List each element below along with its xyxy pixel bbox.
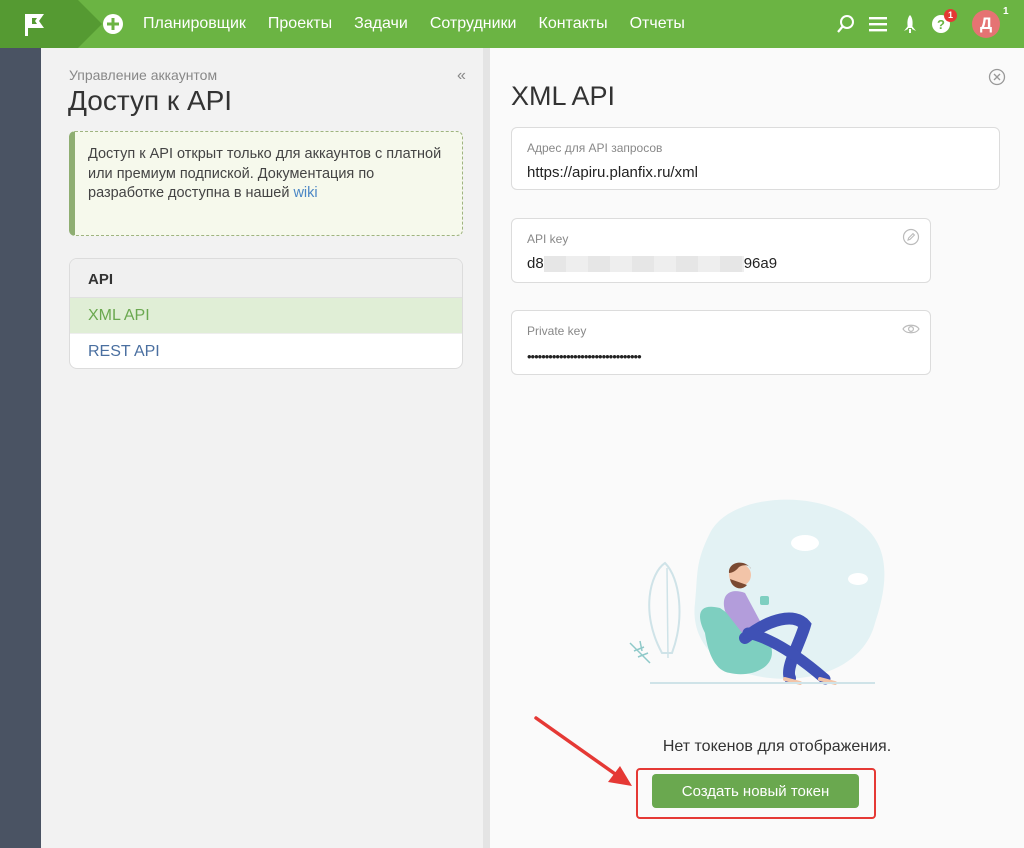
left-sidebar-strip	[0, 48, 41, 848]
menu-item-rest-api[interactable]: REST API	[70, 334, 462, 368]
breadcrumb[interactable]: Управление аккаунтом	[69, 67, 217, 83]
empty-state-illustration	[629, 499, 885, 685]
api-key-redaction	[543, 256, 744, 273]
private-key-field[interactable]: Private key ••••••••••••••••••••••••••••…	[511, 310, 931, 375]
settings-panel: Управление аккаунтом « Доступ к API Дост…	[41, 48, 483, 848]
nav-planner[interactable]: Планировщик	[143, 15, 246, 33]
private-key-value[interactable]: ••••••••••••••••••••••••••••••••	[527, 349, 642, 364]
url-label: Адрес для API запросов	[527, 141, 663, 155]
nav-projects[interactable]: Проекты	[268, 15, 332, 33]
avatar[interactable]: Д	[972, 10, 1000, 38]
flag-icon	[25, 14, 44, 36]
api-key-field[interactable]: API key d8 96a9	[511, 218, 931, 283]
nav-employees[interactable]: Сотрудники	[430, 15, 517, 33]
add-icon[interactable]	[102, 13, 124, 35]
rocket-icon[interactable]	[900, 14, 920, 34]
api-menu: API XML API REST API	[69, 258, 463, 369]
top-bar: Планировщик Проекты Задачи Сотрудники Ко…	[0, 0, 1024, 48]
main-nav: Планировщик Проекты Задачи Сотрудники Ко…	[143, 0, 707, 48]
url-field[interactable]: Адрес для API запросов https://apiru.pla…	[511, 127, 1000, 190]
eye-icon[interactable]	[902, 320, 920, 338]
logo[interactable]	[0, 0, 102, 48]
edit-icon[interactable]	[902, 228, 920, 246]
panel-divider	[483, 48, 490, 848]
nav-contacts[interactable]: Контакты	[539, 15, 608, 33]
notice-box: Доступ к API открыт только для аккаунтов…	[69, 131, 463, 236]
search-icon[interactable]	[836, 14, 856, 34]
help-badge: 1	[944, 9, 957, 22]
api-key-label: API key	[527, 232, 569, 246]
api-key-prefix: d8	[527, 255, 544, 272]
create-token-button[interactable]: Создать новый токен	[652, 774, 859, 808]
wiki-link[interactable]: wiki	[293, 185, 317, 201]
menu-item-xml-api[interactable]: XML API	[70, 298, 462, 334]
page-title: Доступ к API	[68, 85, 233, 116]
annotation-arrow	[534, 716, 632, 786]
svg-text:?: ?	[937, 17, 945, 32]
api-key-value[interactable]: d8 96a9	[527, 255, 778, 273]
api-key-suffix: 96a9	[743, 255, 778, 272]
menu-header: API	[70, 259, 462, 298]
nav-reports[interactable]: Отчеты	[630, 15, 685, 33]
detail-title: XML API	[511, 81, 616, 111]
collapse-icon[interactable]: «	[457, 67, 466, 85]
avatar-count: 1	[1003, 6, 1009, 17]
menu-icon[interactable]	[868, 14, 888, 34]
url-value[interactable]: https://apiru.planfix.ru/xml	[527, 164, 698, 181]
nav-tasks[interactable]: Задачи	[354, 15, 408, 33]
private-key-label: Private key	[527, 324, 587, 338]
close-icon[interactable]	[988, 68, 1006, 86]
notice-text: Доступ к API открыт только для аккаунтов…	[88, 146, 442, 201]
